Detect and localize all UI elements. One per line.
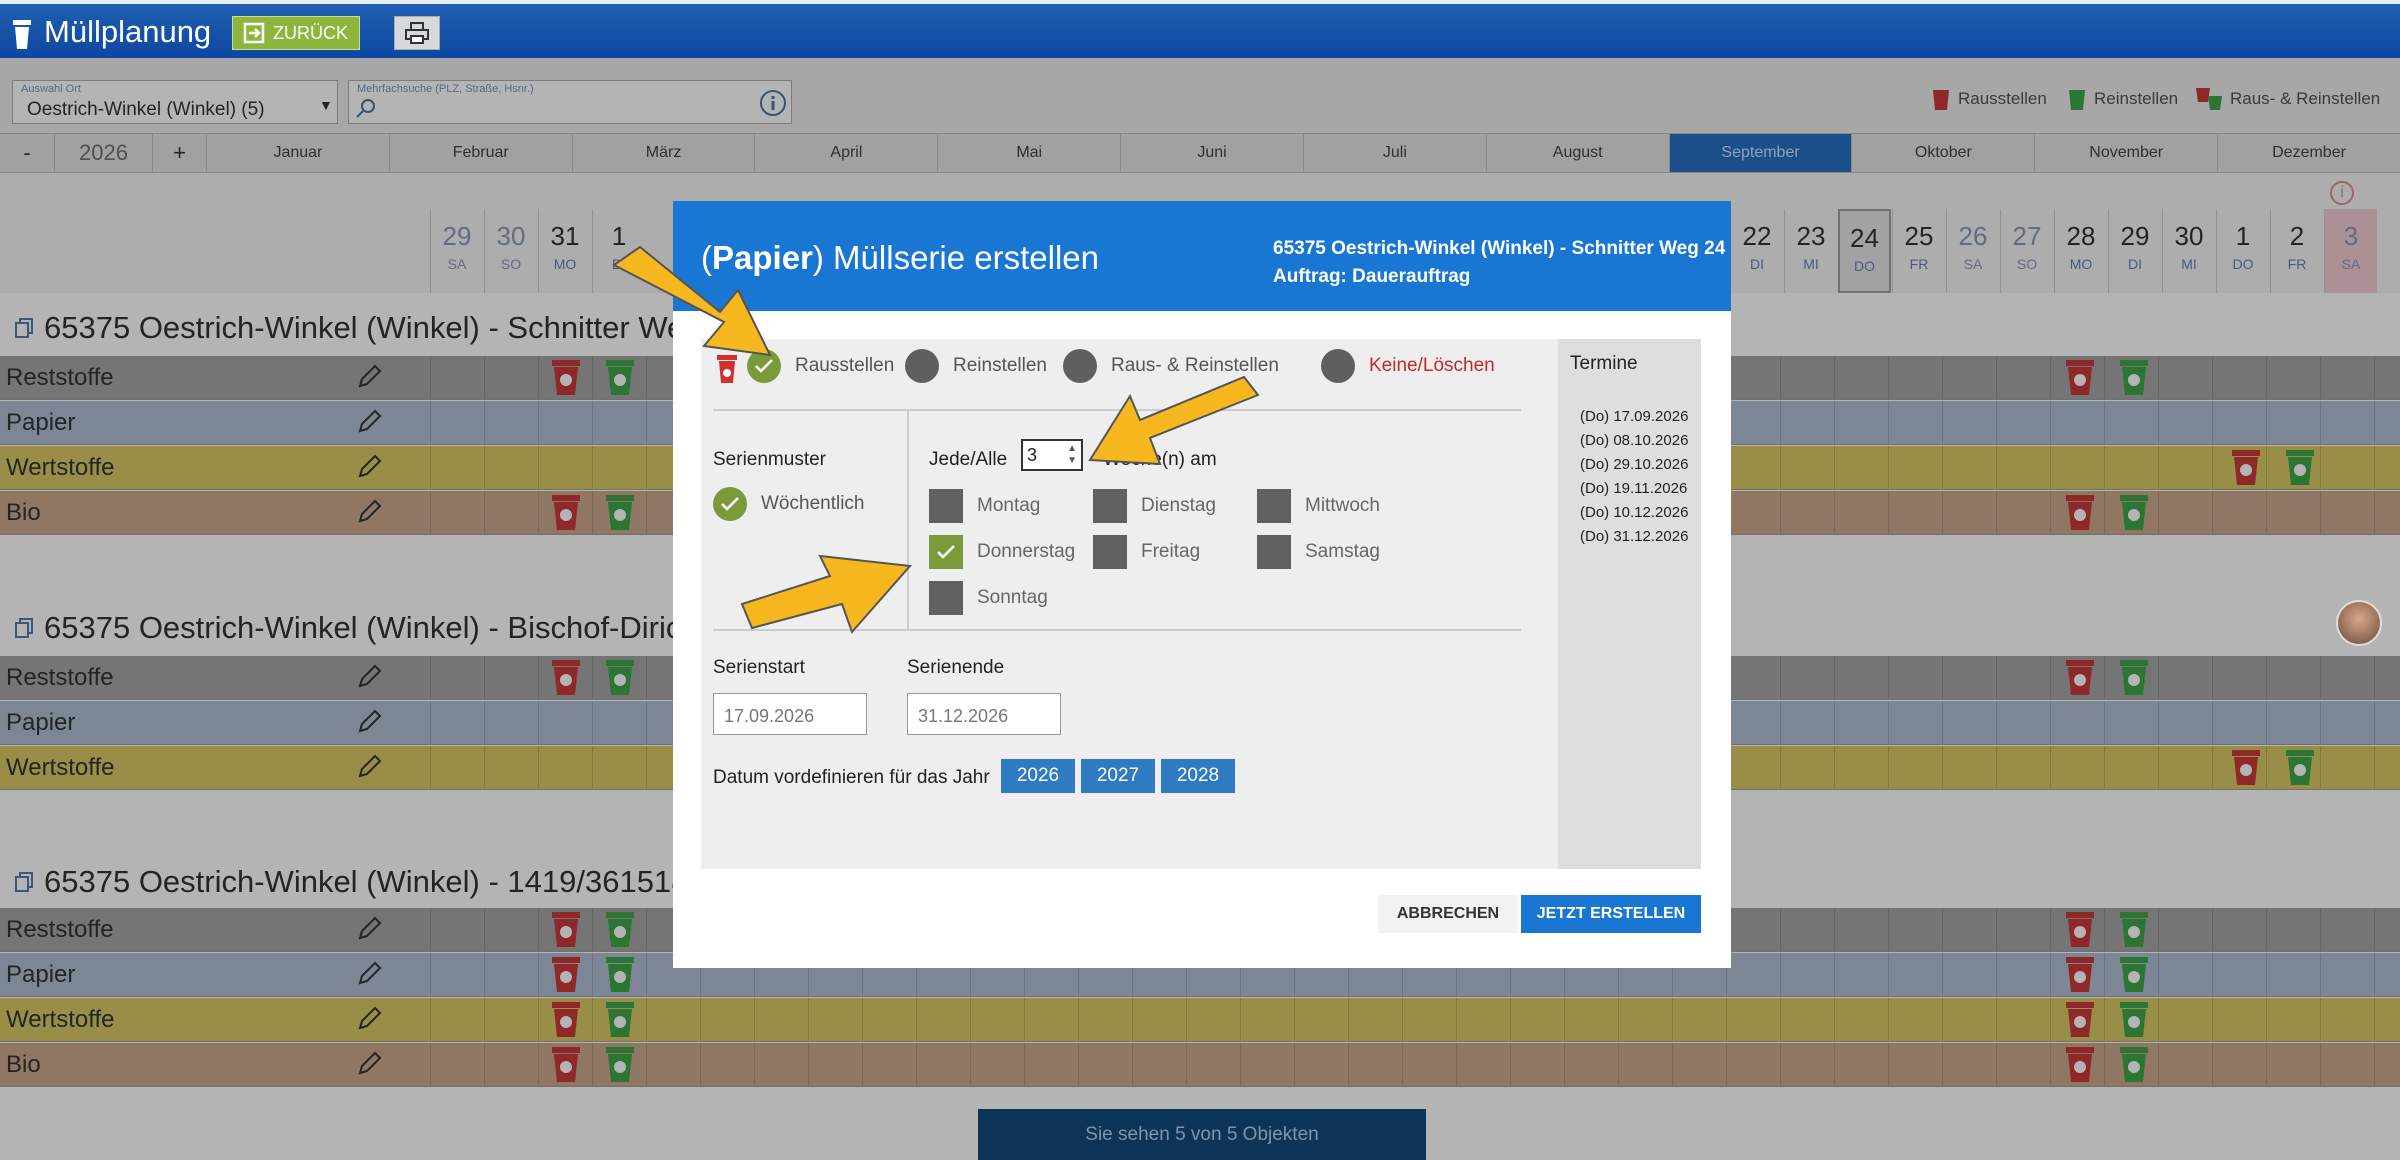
annotation-arrow	[612, 245, 772, 357]
object-count-footer: Sie sehen 5 von 5 Objekten	[978, 1109, 1426, 1160]
annotation-arrow	[1088, 375, 1260, 466]
avatar[interactable]	[2336, 600, 2382, 646]
annotation-arrow	[740, 554, 913, 634]
annotation-arrows	[612, 245, 1260, 634]
